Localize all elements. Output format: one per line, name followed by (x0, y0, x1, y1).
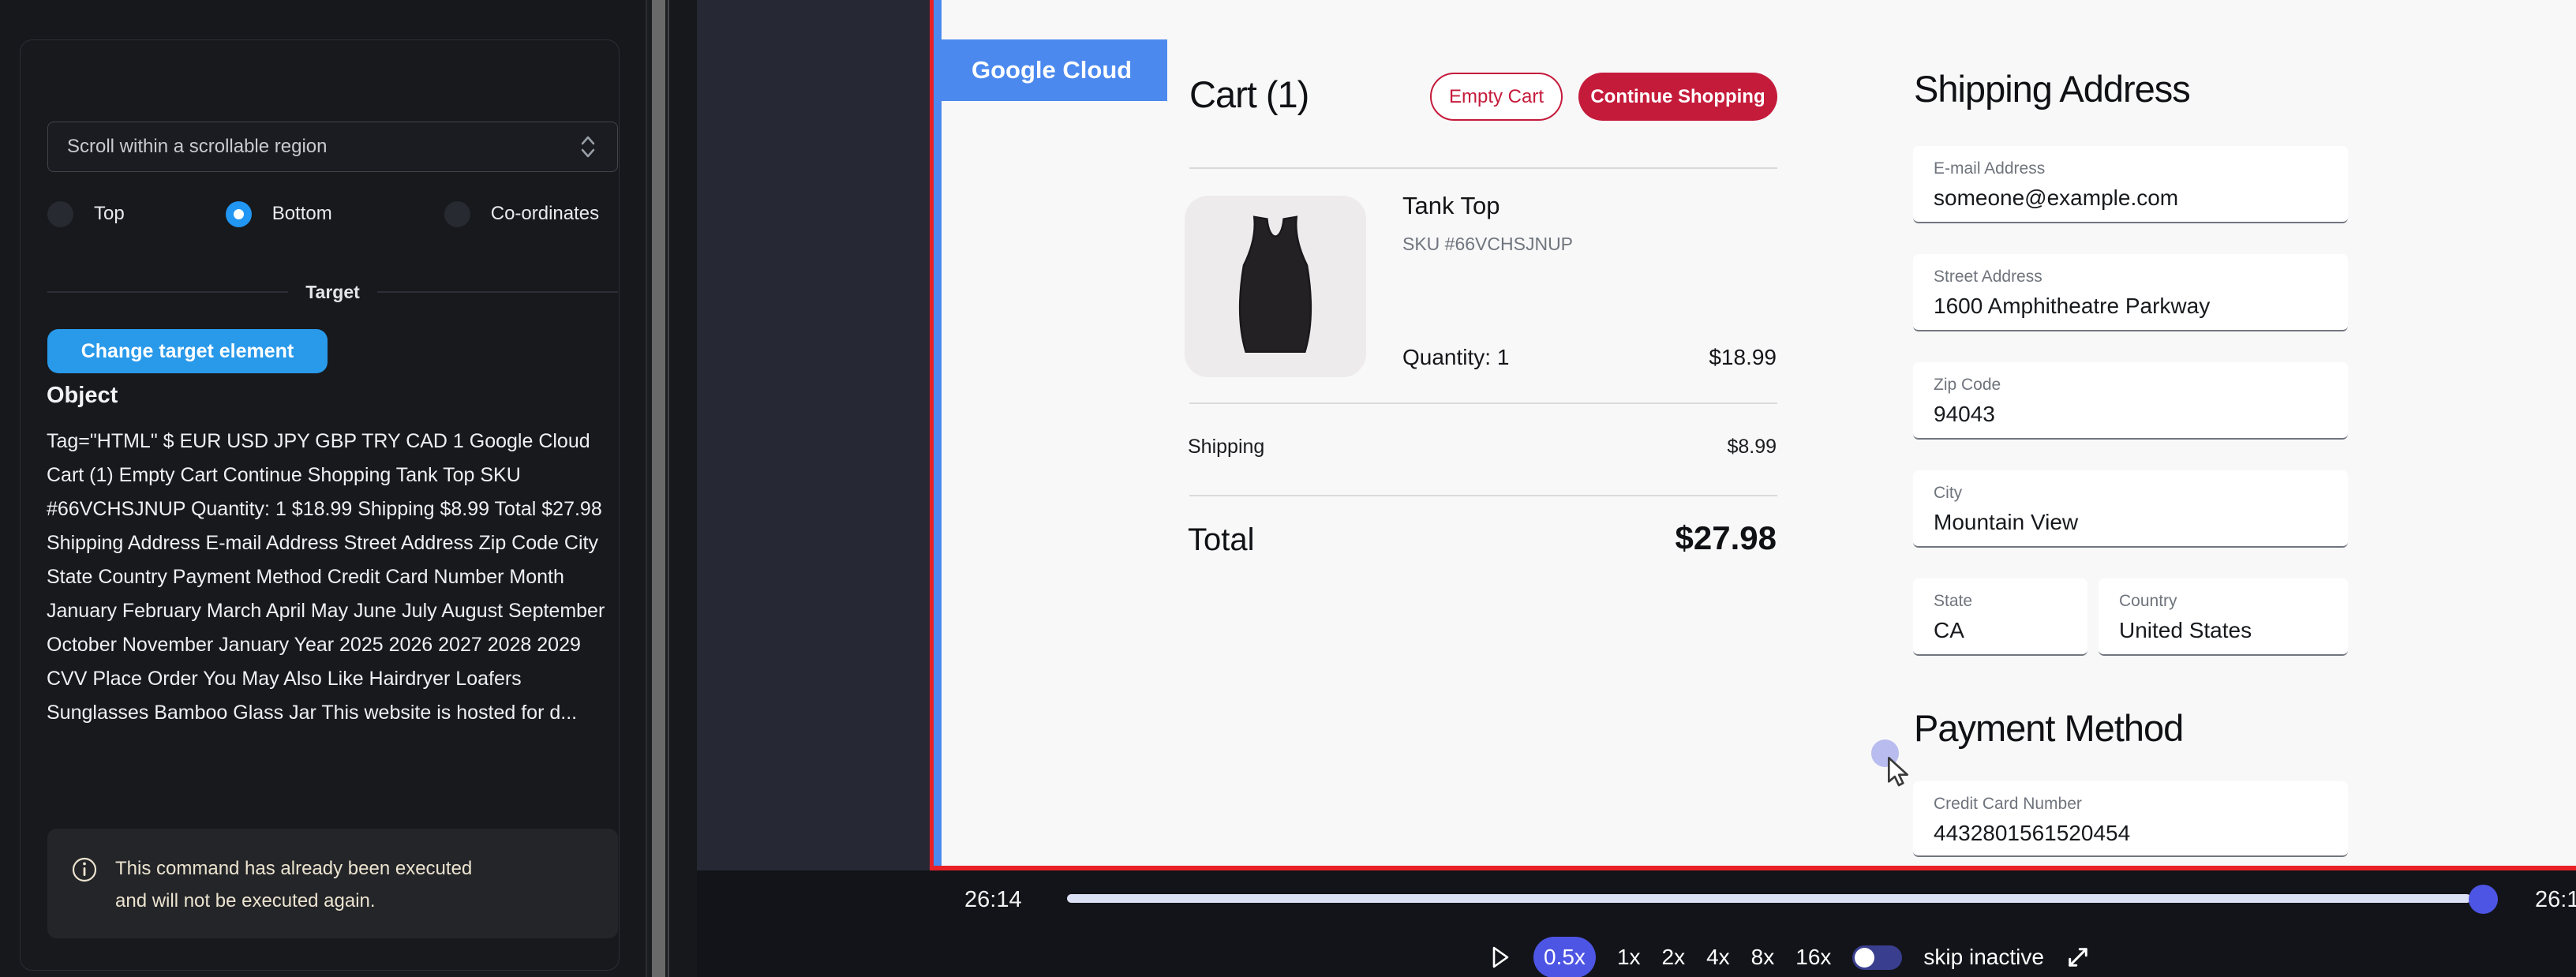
total-price: $27.98 (1540, 519, 1777, 557)
google-cloud-highlight-badge[interactable]: Google Cloud (942, 39, 1167, 101)
total-label: Total (1188, 522, 1255, 558)
play-icon (1488, 944, 1512, 971)
player-controls: 0.5x 1x 2x 4x 8x 16x skip inactive (1488, 938, 2091, 977)
product-price: $18.99 (1579, 345, 1777, 370)
cart-divider (1189, 402, 1777, 404)
replayed-webpage: Google Cloud Cart (1) Empty Cart Continu… (942, 0, 2576, 866)
product-sku: SKU #66VCHSJNUP (1402, 234, 1573, 255)
timeline-slider[interactable] (1067, 894, 2471, 903)
sidebar-scrollbar[interactable] (646, 0, 669, 977)
credit-card-value: 4432801561520454 (1934, 821, 2348, 846)
speed-1x-button[interactable]: 1x (1617, 945, 1641, 970)
street-field-value: 1600 Amphitheatre Parkway (1934, 294, 2348, 319)
target-section-divider: Target (47, 280, 618, 304)
radio-coordinates[interactable] (444, 201, 470, 227)
object-description: Tag="HTML" $ EUR USD JPY GBP TRY CAD 1 G… (47, 425, 620, 730)
target-section-label: Target (305, 282, 360, 303)
city-field-value: Mountain View (1934, 510, 2348, 535)
change-target-button[interactable]: Change target element (47, 329, 328, 373)
speed-8x-button[interactable]: 8x (1751, 945, 1775, 970)
zip-field[interactable]: Zip Code 94043 (1913, 362, 2348, 440)
speed-0-5x-button[interactable]: 0.5x (1533, 937, 1596, 977)
expand-icon (2065, 945, 2091, 970)
toggle-knob (1855, 948, 1874, 968)
speed-4x-button[interactable]: 4x (1706, 945, 1730, 970)
city-field-label: City (1934, 484, 2348, 503)
play-button[interactable] (1488, 944, 1512, 971)
continue-shopping-button[interactable]: Continue Shopping (1578, 73, 1777, 121)
object-heading: Object (47, 383, 118, 409)
zip-field-label: Zip Code (1934, 376, 2348, 395)
divider-line (47, 291, 288, 293)
state-field[interactable]: State CA (1913, 578, 2087, 656)
zip-field-value: 94043 (1934, 402, 2348, 427)
command-panel: Scroll within a scrollable region Top Bo… (20, 39, 620, 971)
command-select-value: Scroll within a scrollable region (67, 136, 327, 158)
state-field-label: State (1934, 592, 2087, 611)
skip-inactive-toggle[interactable] (1852, 945, 1902, 970)
email-field-label: E-mail Address (1934, 159, 2348, 178)
screen: Scroll within a scrollable region Top Bo… (0, 0, 2576, 977)
speed-16x-button[interactable]: 16x (1795, 945, 1831, 970)
credit-card-field[interactable]: Credit Card Number 4432801561520454 (1913, 781, 2348, 857)
divider-line (377, 291, 618, 293)
credit-card-label: Credit Card Number (1934, 795, 2348, 814)
street-field-label: Street Address (1934, 268, 2348, 286)
replay-gutter (697, 0, 930, 870)
radio-coordinates-label: Co-ordinates (491, 203, 599, 225)
state-field-value: CA (1934, 618, 2087, 643)
sidebar: Scroll within a scrollable region Top Bo… (0, 0, 697, 977)
info-banner-text: This command has already been executed a… (115, 852, 502, 917)
page-left-highlight-bar (934, 0, 942, 866)
product-image-tank-top (1185, 196, 1366, 377)
current-time: 26:14 (964, 887, 1022, 913)
city-field[interactable]: City Mountain View (1913, 470, 2348, 548)
cart-title: Cart (1) (1189, 73, 1309, 116)
command-select[interactable]: Scroll within a scrollable region (47, 122, 618, 172)
radio-bottom-label: Bottom (272, 203, 332, 225)
email-field[interactable]: E-mail Address someone@example.com (1913, 146, 2348, 223)
country-field-label: Country (2119, 592, 2348, 611)
cart-divider (1189, 167, 1777, 169)
select-updown-icon (578, 133, 598, 160)
scroll-position-radio-group: Top Bottom Co-ordinates (47, 197, 618, 231)
timeline-thumb[interactable] (2469, 885, 2498, 914)
tank-top-photo (1212, 211, 1339, 361)
scrollbar-thumb[interactable] (652, 0, 665, 977)
product-name: Tank Top (1402, 192, 1500, 220)
street-field[interactable]: Street Address 1600 Amphitheatre Parkway (1913, 254, 2348, 331)
country-field[interactable]: Country United States (2099, 578, 2348, 656)
radio-top-label: Top (94, 203, 125, 225)
payment-method-heading: Payment Method (1914, 706, 2183, 750)
speed-2x-button[interactable]: 2x (1662, 945, 1686, 970)
country-field-value: United States (2119, 618, 2348, 643)
mouse-cursor-icon (1882, 755, 1914, 787)
shipping-price: $8.99 (1579, 436, 1777, 459)
skip-inactive-label: skip inactive (1923, 945, 2044, 970)
radio-top[interactable] (47, 201, 73, 227)
shipping-label: Shipping (1188, 436, 1264, 459)
product-quantity: Quantity: 1 (1402, 345, 1509, 370)
empty-cart-button[interactable]: Empty Cart (1430, 73, 1563, 121)
shipping-address-heading: Shipping Address (1914, 67, 2190, 110)
cart-divider (1189, 495, 1777, 496)
info-banner: This command has already been executed a… (47, 829, 618, 938)
radio-bottom[interactable] (226, 201, 252, 227)
info-icon (71, 856, 98, 883)
email-field-value: someone@example.com (1934, 185, 2348, 211)
total-time: 26:1 (2535, 887, 2576, 913)
fullscreen-button[interactable] (2065, 945, 2091, 970)
